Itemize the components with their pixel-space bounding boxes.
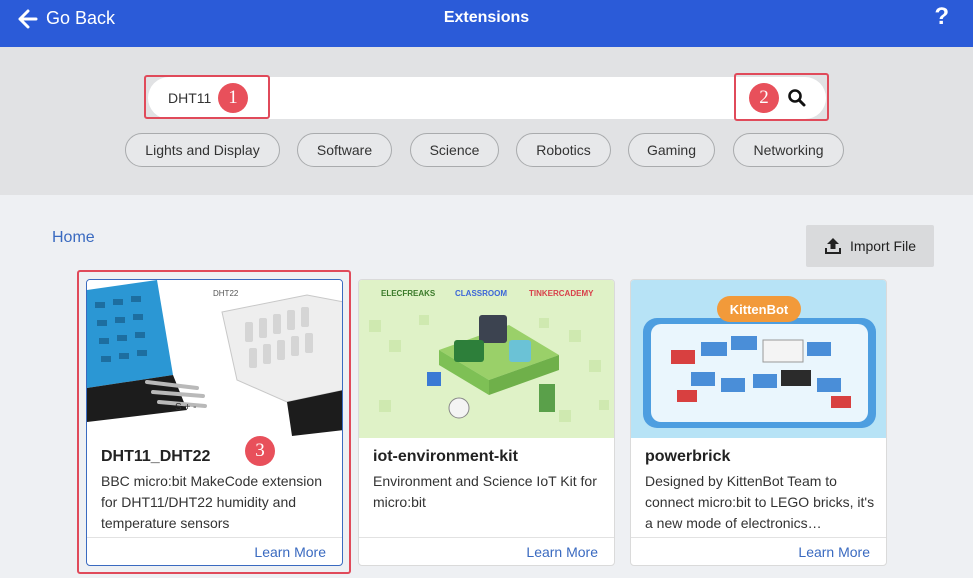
annotation-2: 2	[749, 83, 779, 113]
category-networking[interactable]: Networking	[733, 133, 844, 167]
sensor-label: DHT22	[213, 289, 239, 298]
card-description: Designed by KittenBot Team to connect mi…	[645, 473, 875, 531]
category-science[interactable]: Science	[410, 133, 499, 167]
search-input[interactable]	[168, 85, 728, 111]
category-gaming[interactable]: Gaming	[628, 133, 715, 167]
extension-card-iot-environment-kit[interactable]: ELECFREAKS CLASSROOM TINKERCADEMY iot-en…	[358, 279, 615, 566]
card-description: Environment and Science IoT Kit for micr…	[373, 473, 597, 510]
upload-icon	[824, 238, 841, 254]
annotation-1: 1	[218, 83, 248, 113]
card-title: DHT11_DHT22	[101, 448, 211, 465]
card-title: iot-environment-kit	[373, 448, 518, 465]
extension-card-powerbrick[interactable]: KittenBot powerbrick Designed by KittenB…	[630, 279, 887, 566]
category-robotics[interactable]: Robotics	[516, 133, 611, 167]
category-lights-and-display[interactable]: Lights and Display	[125, 133, 280, 167]
search-icon[interactable]	[786, 87, 808, 109]
card-footer: Learn More	[87, 537, 342, 565]
category-software[interactable]: Software	[297, 133, 392, 167]
page-title: Extensions	[443, 9, 530, 26]
extension-card-dht11-dht22[interactable]: S + - DHT22 DHT11_DHT22 BBC micro:bit Ma…	[86, 279, 343, 566]
search-box	[148, 77, 826, 119]
annotation-3: 3	[245, 436, 275, 466]
import-file-button[interactable]: Import File	[806, 225, 934, 267]
card-image: S + - DHT22	[87, 280, 342, 438]
breadcrumb-home[interactable]: Home	[52, 229, 95, 247]
card-footer: Learn More	[631, 537, 886, 565]
card-image: ELECFREAKS CLASSROOM TINKERCADEMY	[359, 280, 614, 438]
card-description: BBC micro:bit MakeCode extension for DHT…	[101, 473, 322, 531]
kittenbot-logo: KittenBot	[730, 302, 789, 317]
help-icon[interactable]: ?	[934, 3, 949, 31]
elecfreaks-logo: ELECFREAKS	[381, 289, 436, 298]
svg-text:S + -: S + -	[175, 402, 196, 413]
search-area: Lights and Display Software Science Robo…	[0, 47, 973, 195]
card-footer: Learn More	[359, 537, 614, 565]
learn-more-link[interactable]: Learn More	[798, 544, 870, 560]
card-image: KittenBot	[631, 280, 886, 438]
tinkercademy-logo: TINKERCADEMY	[529, 289, 594, 298]
category-filters: Lights and Display Software Science Robo…	[0, 133, 973, 167]
classroom-logo: CLASSROOM	[455, 289, 507, 298]
top-bar: Go Back Extensions ?	[0, 0, 973, 47]
card-title: powerbrick	[645, 448, 731, 465]
learn-more-link[interactable]: Learn More	[526, 544, 598, 560]
import-file-label: Import File	[849, 238, 917, 254]
learn-more-link[interactable]: Learn More	[254, 544, 326, 560]
